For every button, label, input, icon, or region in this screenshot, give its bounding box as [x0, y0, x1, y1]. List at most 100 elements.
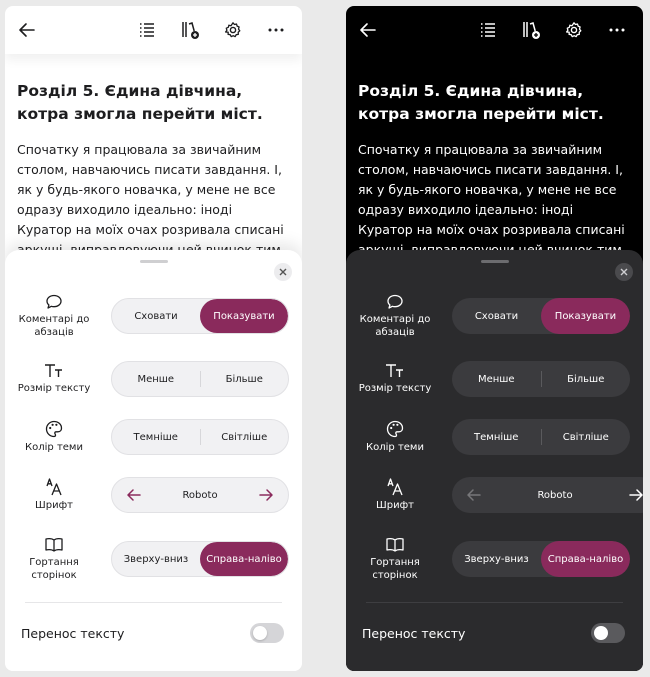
text-size-label: Розмір тексту	[5, 354, 103, 404]
reader-content: Розділ 5. Єдина дівчина, котра змогла пе…	[5, 54, 302, 280]
font-selector: Roboto	[452, 477, 643, 513]
close-icon	[279, 268, 287, 276]
comments-label-text: Коментарі до абзаців	[359, 313, 431, 338]
list-icon	[481, 23, 495, 37]
font-name: Roboto	[537, 489, 573, 501]
theme-label-text: Колір теми	[25, 442, 83, 453]
chapter-title: Розділ 5. Єдина дівчина, котра змогла пе…	[358, 82, 604, 123]
more-horizontal-icon	[268, 28, 284, 32]
font-label: Шрифт	[5, 470, 103, 520]
darker-theme-button[interactable]: Темніше	[112, 420, 200, 454]
paging-label: Гортання сторінок	[5, 534, 103, 584]
drag-handle[interactable]	[480, 260, 509, 263]
palette-icon	[386, 420, 404, 438]
toggle-knob	[594, 626, 608, 640]
bigger-text-button[interactable]: Більше	[542, 361, 631, 397]
contents-button[interactable]	[135, 18, 159, 42]
arrow-left-icon[interactable]	[126, 488, 142, 502]
list-icon	[140, 23, 154, 37]
paging-setting: Гортання сторінок Зверху-вниз Справа-нал…	[346, 534, 643, 584]
text-wrap-setting: Перенос тексту	[362, 618, 625, 648]
font-label-text: Шрифт	[376, 500, 414, 511]
vertical-paging-option[interactable]: Зверху-вниз	[452, 541, 541, 577]
theme-control: Темніше Світліше	[452, 419, 630, 455]
arrow-left-icon[interactable]	[466, 488, 482, 502]
show-comments-option[interactable]: Показувати	[541, 298, 630, 334]
lighter-theme-button[interactable]: Світліше	[201, 420, 289, 454]
reader-content: Розділ 5. Єдина дівчина, котра змогла пе…	[346, 54, 643, 280]
gear-icon	[224, 22, 241, 38]
comments-label: Коментарі до абзаців	[5, 291, 103, 341]
paging-setting: Гортання сторінок Зверху-вниз Справа-нал…	[5, 534, 302, 584]
text-size-label-text: Розмір тексту	[358, 383, 432, 394]
chapter-title: Розділ 5. Єдина дівчина, котра змогла пе…	[17, 82, 263, 123]
theme-setting: Колір теми Темніше Світліше	[5, 412, 302, 462]
top-toolbar	[346, 6, 643, 54]
comments-setting: Коментарі до абзаців Сховати Показувати	[5, 291, 302, 341]
darker-theme-button[interactable]: Темніше	[452, 419, 541, 455]
font-icon	[387, 478, 403, 496]
paging-label-text: Гортання сторінок	[370, 556, 420, 581]
text-wrap-toggle[interactable]	[591, 623, 625, 643]
reading-settings-sheet: Коментарі до абзаців Сховати Показувати …	[346, 250, 643, 671]
more-button[interactable]	[264, 18, 288, 42]
text-size-control: Менше Більше	[111, 361, 289, 397]
show-comments-option[interactable]: Показувати	[200, 299, 288, 333]
book-add-icon	[182, 22, 199, 39]
text-size-setting: Розмір тексту Менше Більше	[346, 354, 643, 404]
font-icon	[46, 478, 62, 496]
text-size-label: Розмір тексту	[346, 354, 444, 404]
vertical-paging-option[interactable]: Зверху-вниз	[112, 542, 200, 576]
comments-label-text: Коментарі до абзаців	[18, 313, 90, 338]
close-button[interactable]	[274, 263, 292, 281]
horizontal-paging-option[interactable]: Справа-наліво	[200, 542, 288, 576]
add-to-library-button[interactable]	[519, 18, 543, 42]
add-to-library-button[interactable]	[178, 18, 202, 42]
font-label: Шрифт	[346, 470, 444, 520]
top-toolbar	[5, 6, 302, 54]
more-button[interactable]	[605, 18, 629, 42]
book-open-icon	[386, 537, 404, 552]
horizontal-paging-option[interactable]: Справа-наліво	[541, 541, 630, 577]
back-button[interactable]	[356, 18, 380, 42]
reader-dark-theme: Розділ 5. Єдина дівчина, котра змогла пе…	[346, 6, 643, 671]
text-wrap-toggle[interactable]	[250, 623, 284, 643]
text-wrap-setting: Перенос тексту	[21, 618, 284, 648]
paging-segmented-control: Зверху-вниз Справа-наліво	[111, 541, 289, 577]
gear-icon	[565, 22, 582, 38]
theme-setting: Колір теми Темніше Світліше	[346, 412, 643, 462]
smaller-text-button[interactable]: Менше	[112, 362, 200, 396]
arrow-left-icon	[360, 23, 376, 37]
text-size-control: Менше Більше	[452, 361, 630, 397]
text-wrap-label: Перенос тексту	[362, 625, 466, 641]
bigger-text-button[interactable]: Більше	[201, 362, 289, 396]
settings-button[interactable]	[221, 18, 245, 42]
palette-icon	[45, 420, 63, 438]
smaller-text-button[interactable]: Менше	[452, 361, 541, 397]
font-label-text: Шрифт	[35, 500, 73, 511]
hide-comments-option[interactable]: Сховати	[452, 298, 541, 334]
more-horizontal-icon	[609, 28, 625, 32]
text-size-icon	[45, 364, 62, 377]
divider	[25, 602, 282, 603]
lighter-theme-button[interactable]: Світліше	[542, 419, 631, 455]
font-name: Roboto	[182, 489, 218, 501]
settings-button[interactable]	[562, 18, 586, 42]
book-open-icon	[45, 537, 63, 552]
hide-comments-option[interactable]: Сховати	[112, 299, 200, 333]
comments-segmented-control: Сховати Показувати	[452, 298, 630, 334]
arrow-right-icon[interactable]	[258, 488, 274, 502]
back-button[interactable]	[15, 18, 39, 42]
theme-control: Темніше Світліше	[111, 419, 289, 455]
comments-setting: Коментарі до абзаців Сховати Показувати	[346, 291, 643, 341]
paging-label: Гортання сторінок	[346, 534, 444, 584]
close-button[interactable]	[615, 263, 633, 281]
drag-handle[interactable]	[139, 260, 168, 263]
divider	[366, 602, 623, 603]
reader-light-theme: Розділ 5. Єдина дівчина, котра змогла пе…	[5, 6, 302, 671]
arrow-right-icon[interactable]	[628, 488, 643, 502]
comments-label: Коментарі до абзаців	[346, 291, 444, 341]
contents-button[interactable]	[476, 18, 500, 42]
arrow-left-icon	[19, 23, 35, 37]
theme-label-text: Колір теми	[366, 442, 424, 453]
